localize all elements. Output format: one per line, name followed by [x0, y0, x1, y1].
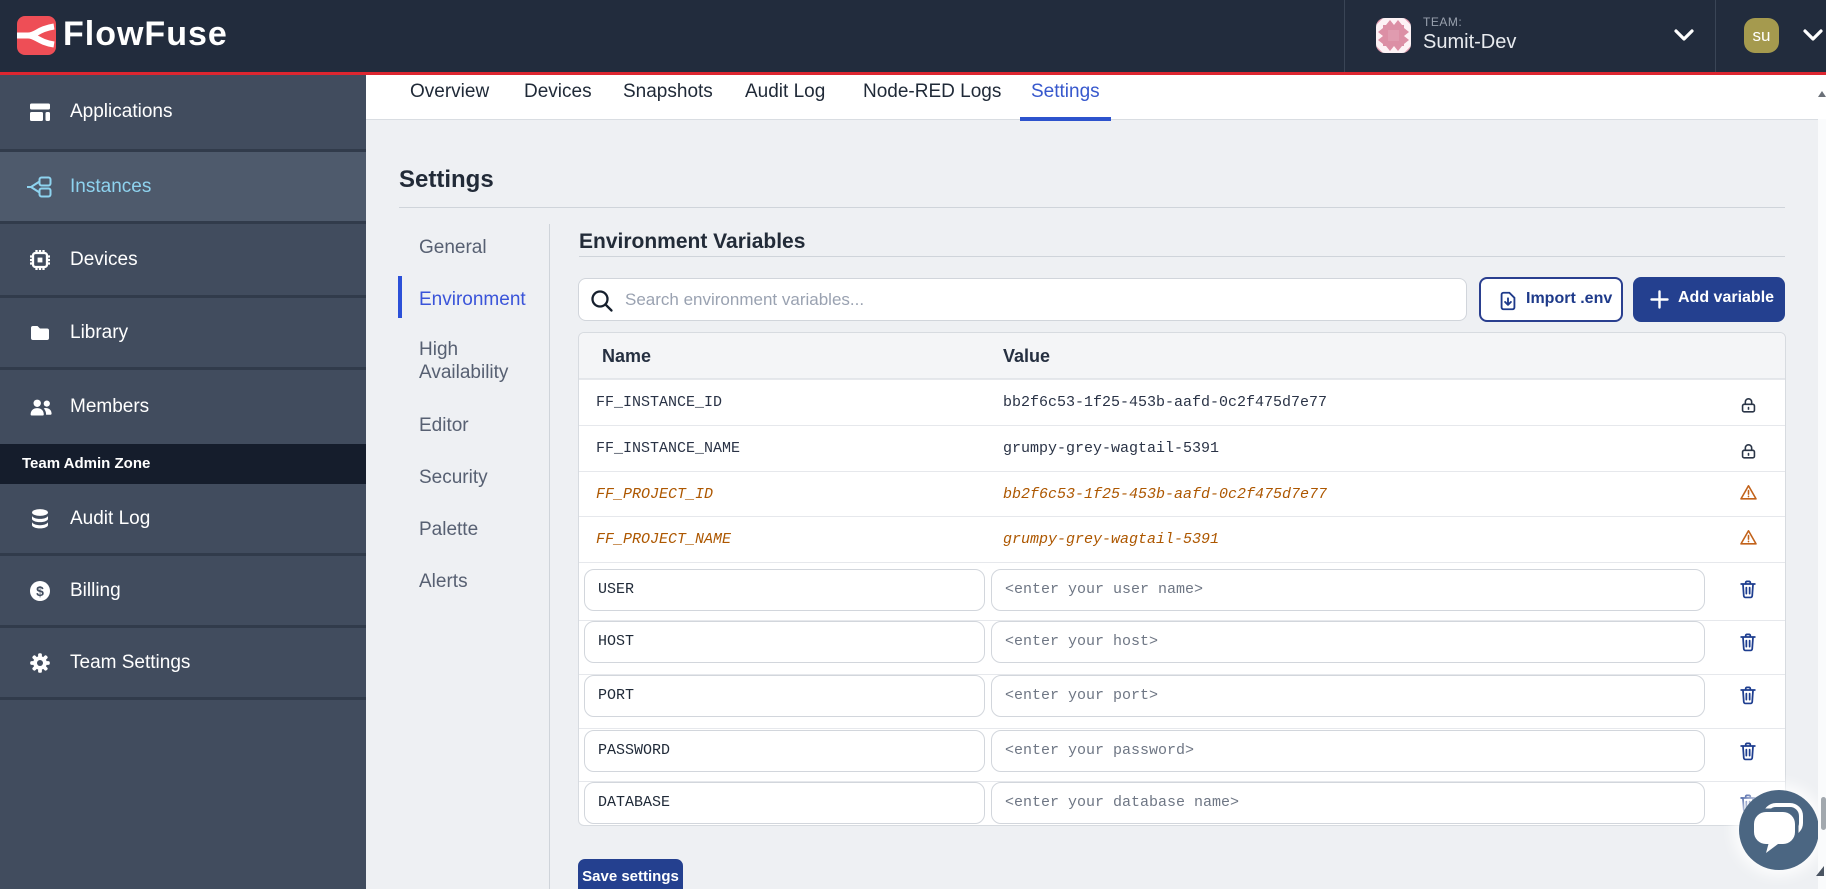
svg-text:$: $ — [36, 583, 44, 599]
